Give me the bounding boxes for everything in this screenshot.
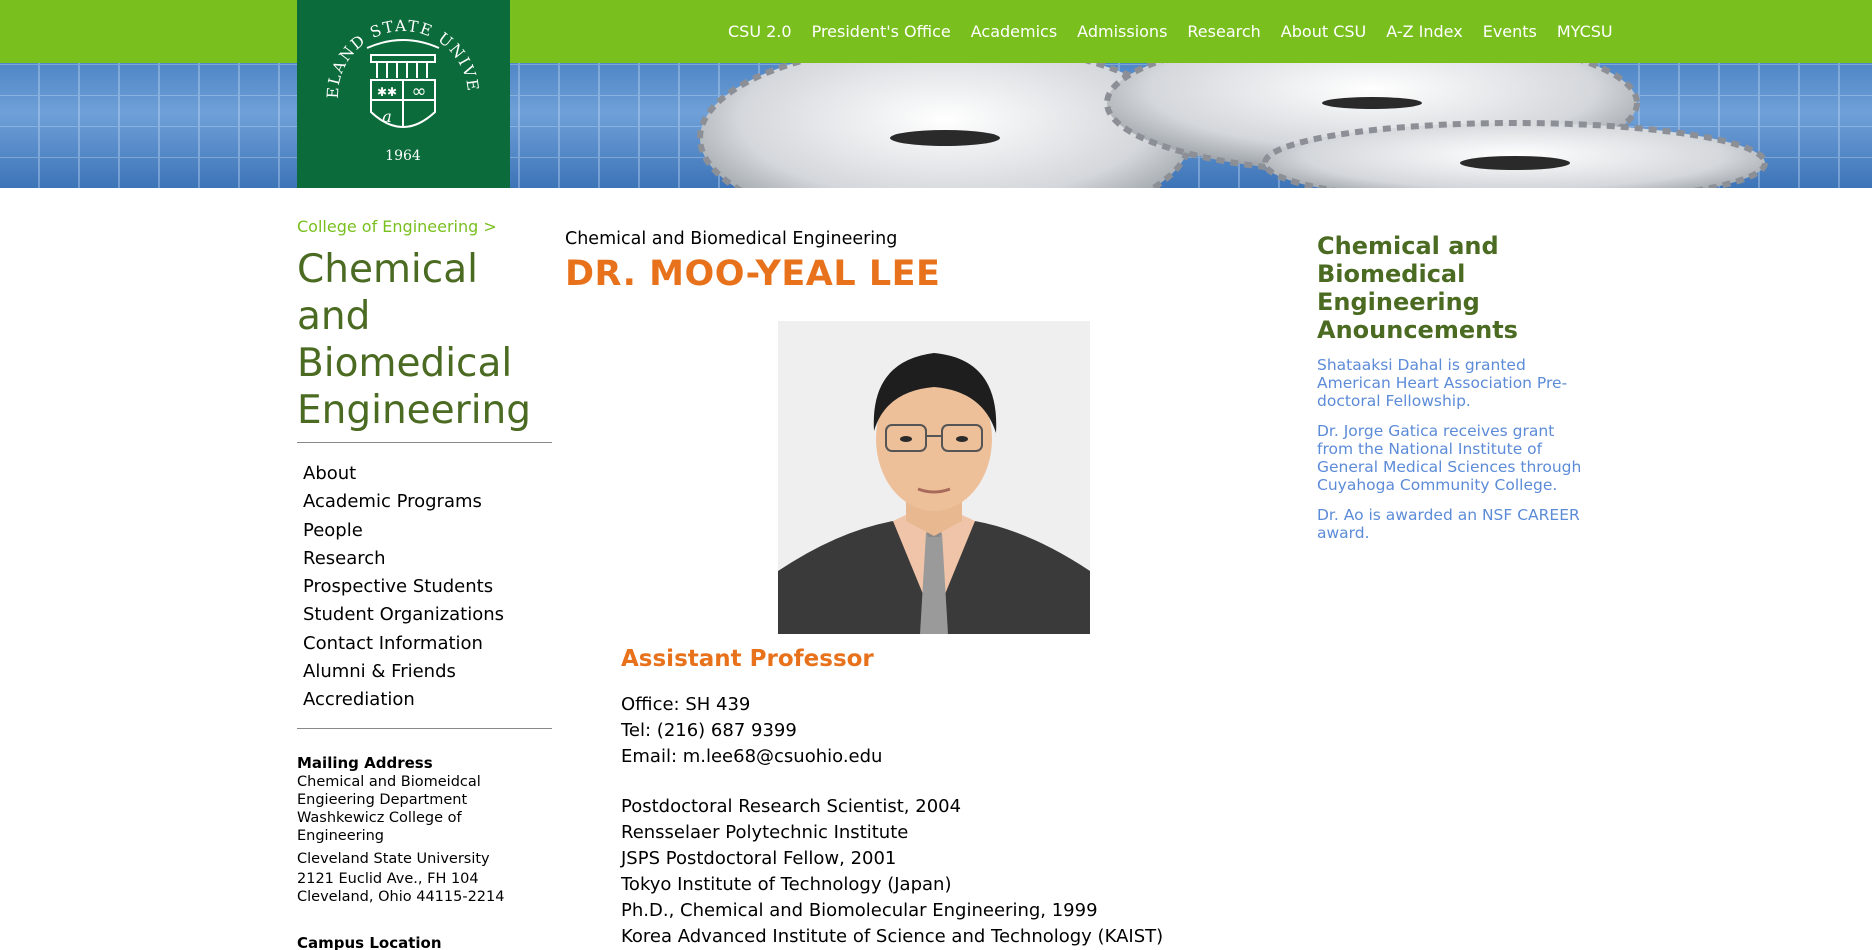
nav-csu-2-0[interactable]: CSU 2.0 [718, 22, 802, 42]
professor-name: DR. MOO-YEAL LEE [565, 254, 941, 294]
divider [297, 442, 552, 443]
portrait-image [778, 321, 1090, 634]
sidebar-item-student-organizations[interactable]: Student Organizations [303, 601, 504, 629]
nav-about-csu[interactable]: About CSU [1271, 22, 1376, 42]
professor-photo [778, 321, 1090, 634]
campus-location-heading: Campus Location [297, 934, 442, 950]
main-nav: CSU 2.0 President's Office Academics Adm… [718, 22, 1623, 42]
csu-logo[interactable]: CLEVELAND STATE UNIVERSITY ✱✱ ∞ a 1964 [297, 0, 510, 188]
svg-text:a: a [382, 107, 392, 126]
education-line: Tokyo Institute of Technology (Japan) [621, 874, 952, 895]
svg-text:∞: ∞ [412, 81, 427, 102]
mailing-address-heading: Mailing Address [297, 754, 433, 772]
gears-graphic [697, 63, 1768, 188]
sidebar-item-prospective-students[interactable]: Prospective Students [303, 573, 504, 601]
education-line: Postdoctoral Research Scientist, 2004 [621, 796, 962, 817]
phone-text: Tel: (216) 687 9399 [621, 720, 797, 741]
nav-admissions[interactable]: Admissions [1067, 22, 1177, 42]
nav-mycsu[interactable]: MYCSU [1547, 22, 1623, 42]
svg-text:✱✱: ✱✱ [377, 85, 397, 99]
mailing-department: Chemical and Biomeidcal Engieering Depar… [297, 774, 481, 844]
sidebar-item-research[interactable]: Research [303, 545, 504, 573]
contact-info: Office: SH 439 Tel: (216) 687 9399 Email… [621, 692, 882, 770]
office-text: Office: SH 439 [621, 694, 751, 715]
department-title: Chemical and Biomedical Engineering [297, 247, 531, 433]
divider [297, 728, 552, 729]
announcement-link[interactable]: Shataaksi Dahal is granted American Hear… [1317, 356, 1587, 410]
sidebar-item-alumni-friends[interactable]: Alumni & Friends [303, 658, 504, 686]
header-banner [0, 63, 1872, 188]
nav-a-z-index[interactable]: A-Z Index [1376, 22, 1472, 42]
education-line: Rensselaer Polytechnic Institute [621, 822, 909, 843]
mailing-street: 2121 Euclid Ave., FH 104 [297, 871, 479, 887]
nav-events[interactable]: Events [1473, 22, 1547, 42]
sidebar-nav: About Academic Programs People Research … [303, 460, 504, 715]
breadcrumb[interactable]: College of Engineering > [297, 217, 497, 236]
mailing-university: Cleveland State University [297, 851, 490, 867]
sidebar-item-people[interactable]: People [303, 517, 504, 545]
email-text[interactable]: Email: m.lee68@csuohio.edu [621, 744, 882, 770]
sidebar-item-contact-information[interactable]: Contact Information [303, 630, 504, 658]
university-seal-icon: CLEVELAND STATE UNIVERSITY ✱✱ ∞ a 1964 [297, 0, 480, 164]
announcement-link[interactable]: Dr. Jorge Gatica receives grant from the… [1317, 422, 1587, 494]
announcement-link[interactable]: Dr. Ao is awarded an NSF CAREER award. [1317, 506, 1587, 542]
sidebar-item-academic-programs[interactable]: Academic Programs [303, 488, 504, 516]
nav-research[interactable]: Research [1177, 22, 1270, 42]
page-subtitle: Chemical and Biomedical Engineering [565, 229, 898, 249]
nav-presidents-office[interactable]: President's Office [802, 22, 961, 42]
professor-position: Assistant Professor [621, 646, 874, 672]
education-line: Ph.D., Chemical and Biomolecular Enginee… [621, 900, 1098, 921]
education-line: JSPS Postdoctoral Fellow, 2001 [621, 848, 897, 869]
education-list: Postdoctoral Research Scientist, 2004 Re… [621, 794, 1163, 950]
sidebar-item-about[interactable]: About [303, 460, 504, 488]
nav-academics[interactable]: Academics [961, 22, 1067, 42]
announcements-title: Chemical and Biomedical Engineering Anou… [1317, 232, 1518, 344]
logo-year: 1964 [385, 148, 421, 164]
education-line: Korea Advanced Institute of Science and … [621, 926, 1164, 947]
sidebar-item-accrediation[interactable]: Accrediation [303, 686, 504, 714]
announcements-list: Shataaksi Dahal is granted American Hear… [1317, 356, 1587, 554]
mailing-city: Cleveland, Ohio 44115-2214 [297, 889, 505, 905]
